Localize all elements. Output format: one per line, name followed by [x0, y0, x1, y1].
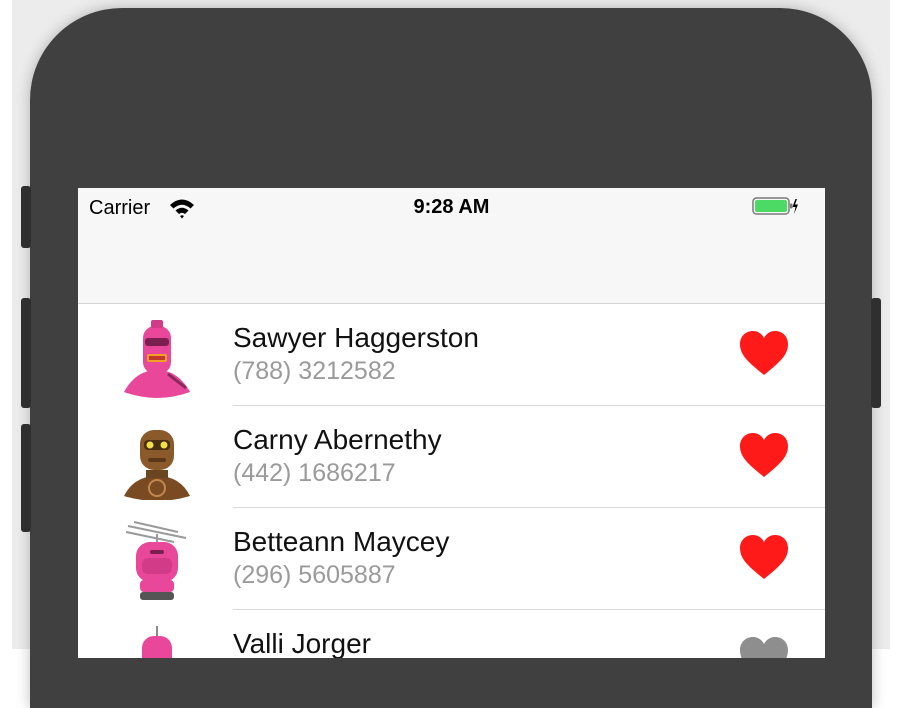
battery-level-fill	[755, 200, 787, 212]
antenna-robot-avatar	[125, 521, 187, 600]
favorite-heart-icon[interactable]	[738, 431, 790, 479]
navigation-bar: Carrier 9:28 AM	[78, 188, 825, 304]
contact-name: Carny Abernethy	[233, 424, 442, 455]
power-button	[871, 298, 881, 408]
contact-phone: (296) 5605887	[233, 561, 396, 589]
contact-row[interactable]: Betteann Maycey (296) 5605887	[78, 508, 825, 610]
contact-name: Sawyer Haggerston	[233, 322, 479, 353]
battery-charging-icon	[752, 197, 798, 215]
status-time: 9:28 AM	[413, 196, 490, 218]
mute-switch	[21, 186, 31, 248]
contact-name: Valli Jorger	[233, 628, 371, 658]
pink-robot-avatar	[124, 320, 190, 398]
volume-up-button	[21, 298, 31, 408]
favorite-heart-icon[interactable]	[738, 329, 790, 377]
volume-down-button	[21, 424, 31, 532]
contact-phone: (442) 1686217	[233, 459, 396, 487]
contact-phone: (788) 3212582	[233, 357, 396, 385]
contact-row[interactable]: Carny Abernethy (442) 1686217	[78, 406, 825, 508]
contact-name: Betteann Maycey	[233, 526, 450, 557]
brown-robot-avatar	[124, 430, 190, 500]
app-screen: Carrier 9:28 AM Sawyer Haggerston (788) …	[78, 188, 825, 658]
pink-robot-avatar	[142, 626, 172, 658]
contact-row[interactable]: Sawyer Haggerston (788) 3212582	[78, 304, 825, 406]
favorite-heart-icon[interactable]	[738, 635, 790, 658]
contact-row[interactable]: Valli Jorger	[78, 610, 825, 658]
favorite-heart-icon[interactable]	[738, 533, 790, 581]
